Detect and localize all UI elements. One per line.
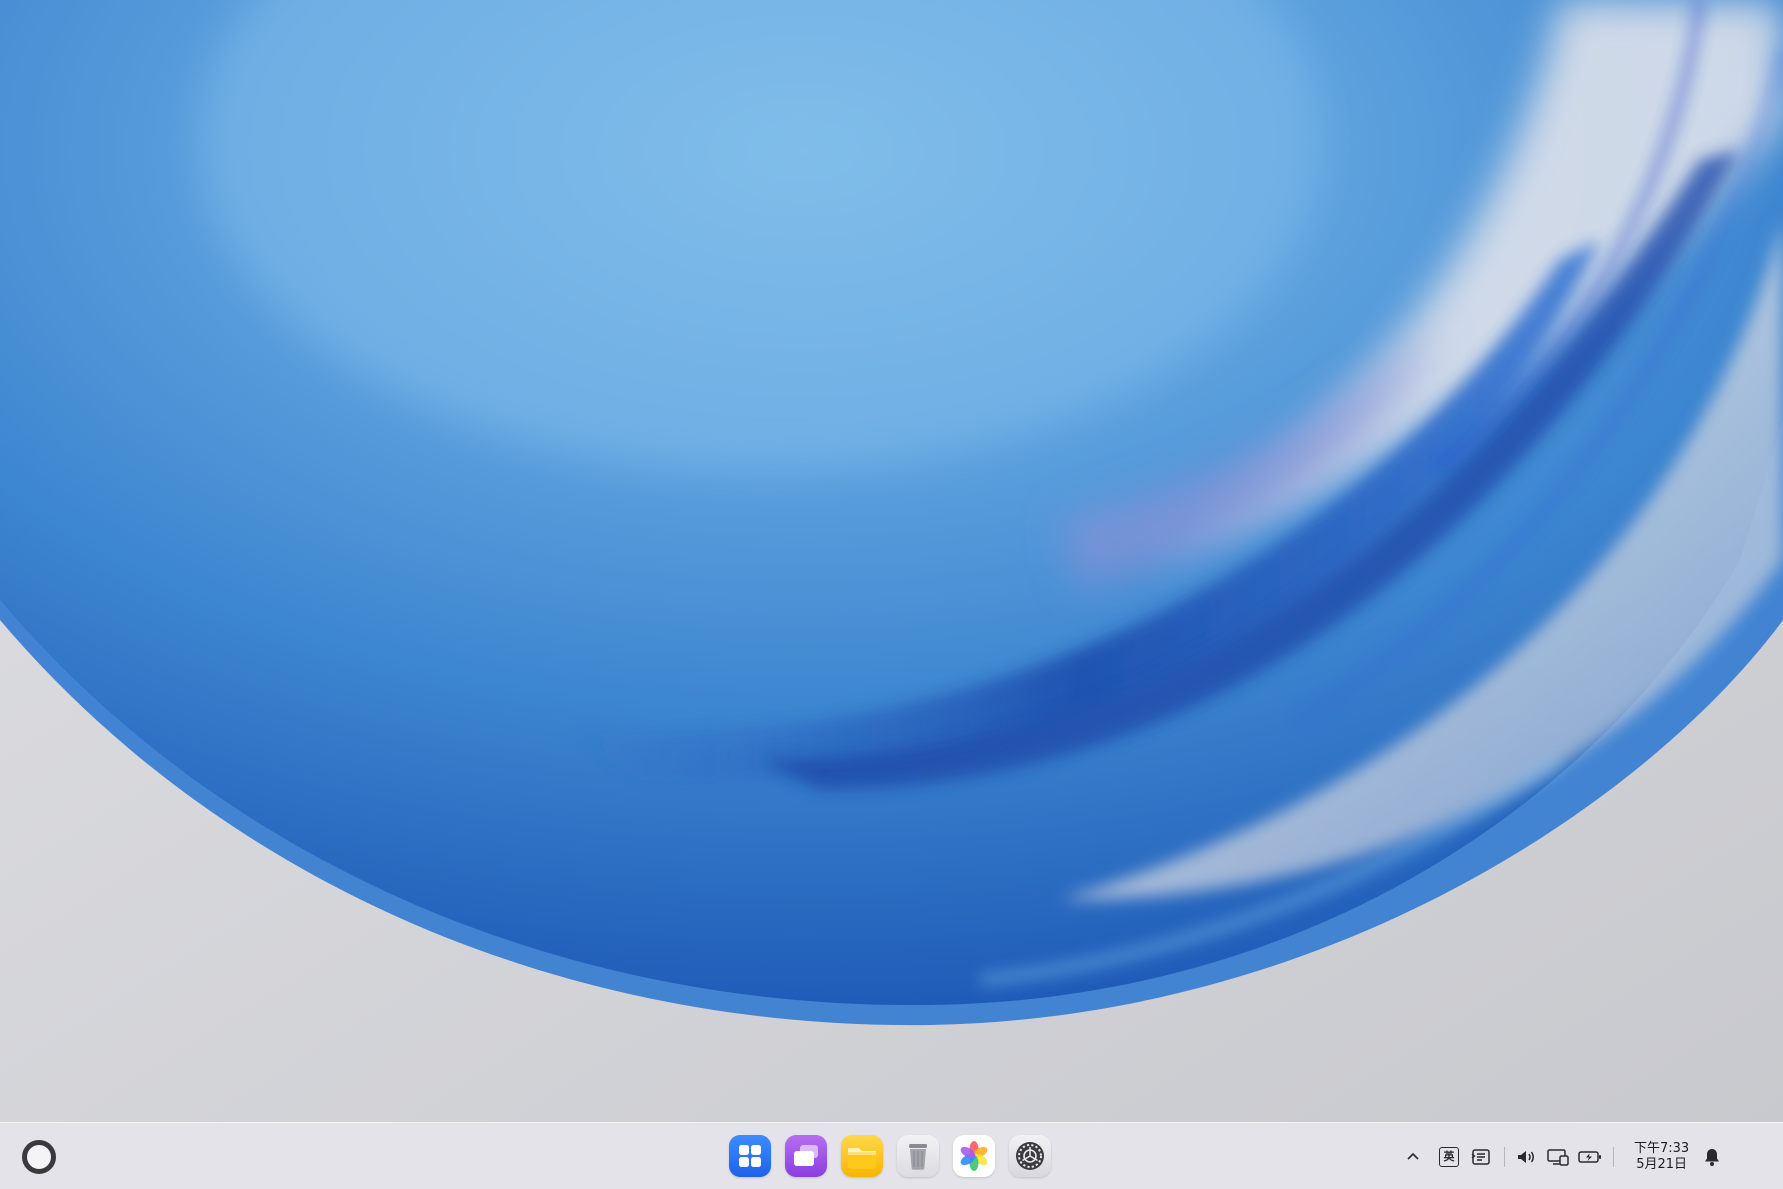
windows-stack-icon[interactable] [785, 1135, 827, 1177]
display-icon[interactable] [1543, 1142, 1573, 1172]
folder-icon[interactable] [841, 1135, 883, 1177]
clipboard-icon[interactable] [1466, 1142, 1496, 1172]
desktop [0, 0, 1783, 1122]
clock-date: 5月21日 [1636, 1157, 1688, 1172]
system-tray: 英 下午7:33 5月21日 [1398, 1137, 1729, 1177]
settings-gear-icon[interactable] [1009, 1135, 1051, 1177]
tray-separator [1504, 1147, 1505, 1167]
volume-icon[interactable] [1511, 1142, 1541, 1172]
dock [729, 1135, 1051, 1179]
battery-icon[interactable] [1575, 1142, 1605, 1172]
ime-indicator[interactable]: 英 [1434, 1142, 1464, 1172]
taskbar: 英 下午7:33 5月21日 [0, 1122, 1783, 1189]
launcher-ring-icon[interactable] [22, 1140, 56, 1174]
chevron-up-icon[interactable] [1398, 1142, 1428, 1172]
tray-separator [1613, 1147, 1614, 1167]
pinwheel-photos-icon[interactable] [953, 1135, 995, 1177]
ime-label: 英 [1439, 1147, 1459, 1167]
bell-icon[interactable] [1697, 1142, 1727, 1172]
wallpaper [0, 0, 1783, 1122]
grid-apps-icon[interactable] [729, 1135, 771, 1177]
clock[interactable]: 下午7:33 5月21日 [1634, 1141, 1689, 1173]
clock-time: 下午7:33 [1634, 1141, 1690, 1156]
trash-icon[interactable] [897, 1135, 939, 1177]
